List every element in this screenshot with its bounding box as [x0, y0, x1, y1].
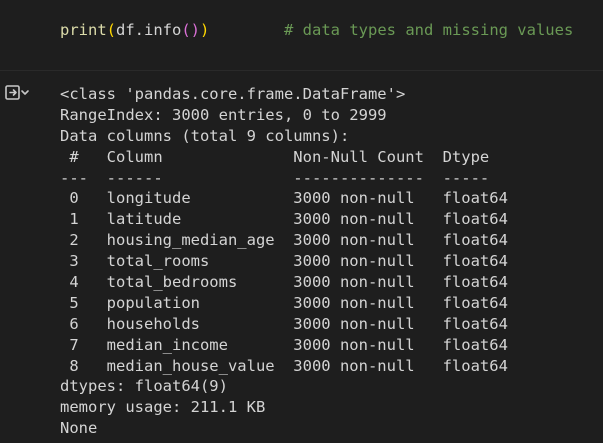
output-table-row: 8 median_house_value 3000 non-null float… [60, 356, 508, 375]
output-table-row: 4 total_bedrooms 3000 non-null float64 [60, 273, 508, 292]
code-spacing [209, 21, 284, 39]
output-table-row: 7 median_income 3000 non-null float64 [60, 335, 508, 354]
output-line: dtypes: float64(9) [60, 377, 228, 396]
output-table-row: 2 housing_median_age 3000 non-null float… [60, 231, 508, 250]
code-inner-parens: () [181, 21, 201, 39]
output-line: Data columns (total 9 columns): [60, 126, 350, 145]
output-table-row: 3 total_rooms 3000 non-null float64 [60, 252, 508, 271]
output-line: memory usage: 211.1 KB [60, 398, 266, 417]
code-comment: # data types and missing values [284, 21, 574, 39]
output-line: RangeIndex: 3000 entries, 0 to 2999 [60, 105, 387, 124]
output-line: None [60, 419, 98, 438]
code-argument: df.info [116, 21, 182, 39]
output-table-row: 0 longitude 3000 non-null float64 [60, 189, 508, 208]
output-table-row: 1 latitude 3000 non-null float64 [60, 210, 508, 229]
output-table-row: 5 population 3000 non-null float64 [60, 293, 508, 312]
output-table-rule: --- ------ -------------- ----- [60, 168, 508, 187]
output-arrow-icon[interactable] [4, 83, 30, 103]
output-line: <class 'pandas.core.frame.DataFrame'> [60, 85, 406, 103]
output-table-row: 6 households 3000 non-null float64 [60, 314, 508, 333]
code-cell-input[interactable]: print(df.info()) # data types and missin… [0, 0, 603, 70]
code-close-paren: ) [200, 21, 210, 39]
cell-divider [0, 70, 603, 71]
output-table-header: # Column Non-Null Count Dtype [60, 147, 508, 166]
code-open-paren: ( [106, 21, 117, 39]
cell-output: <class 'pandas.core.frame.DataFrame'> Ra… [60, 84, 600, 439]
code-line[interactable]: print(df.info()) # data types and missin… [60, 20, 573, 40]
code-function-name: print [60, 21, 107, 39]
